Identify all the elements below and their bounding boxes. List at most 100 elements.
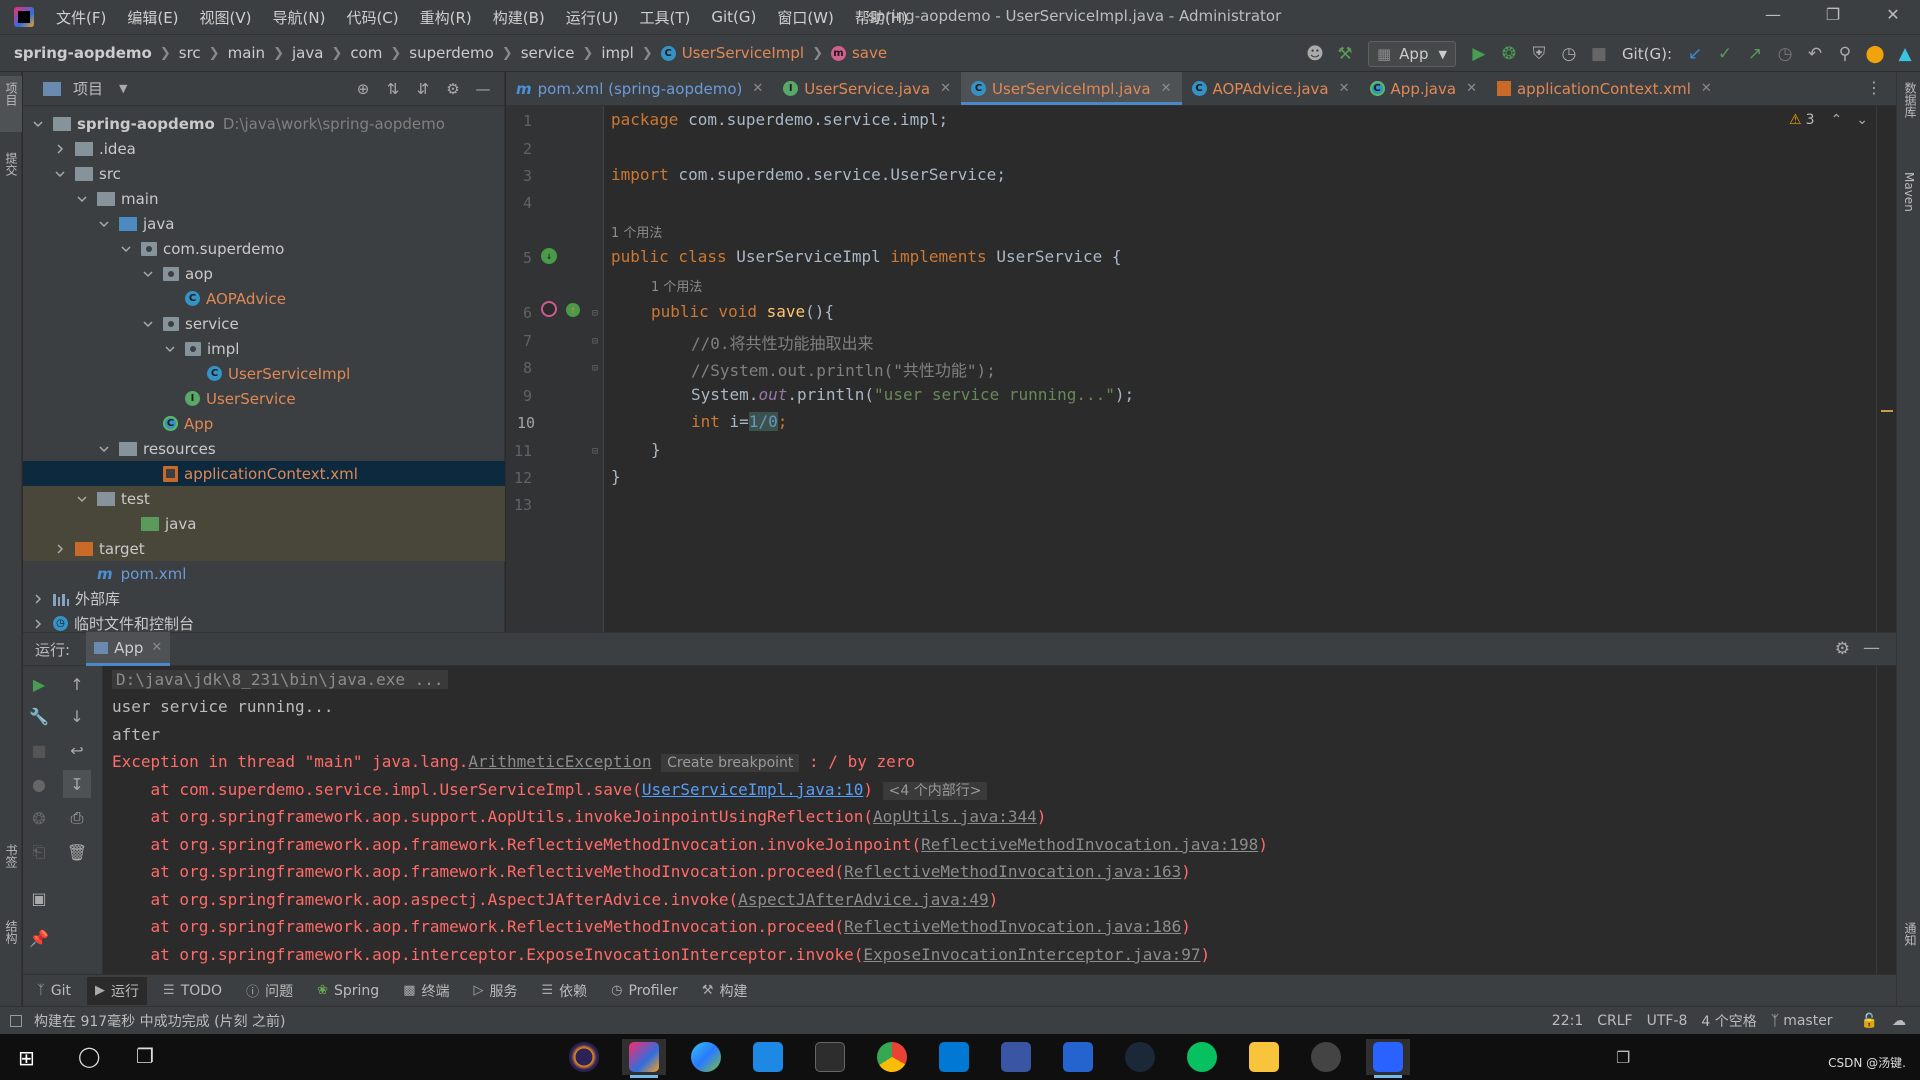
tab-userserviceimpl[interactable]: C UserServiceImpl.java ✕ xyxy=(961,72,1182,105)
crumb-main[interactable]: main xyxy=(228,44,265,62)
taskbar-app-blue[interactable] xyxy=(746,1039,790,1075)
tool-tab-build[interactable]: ⚒ 构建 xyxy=(702,981,748,1001)
build-hammer-icon[interactable]: ⚒ xyxy=(1330,39,1360,69)
history-icon[interactable]: ◷ xyxy=(1770,39,1800,69)
crumb-project[interactable]: spring-aopdemo xyxy=(14,44,152,62)
tray-icon[interactable]: ❐ xyxy=(1616,1048,1630,1067)
tool-tab-git[interactable]: ᛉ Git xyxy=(37,983,71,999)
caret-position[interactable]: 22:1 xyxy=(1552,1013,1583,1029)
crumb-com[interactable]: com xyxy=(350,44,382,62)
stop-icon[interactable]: ■ xyxy=(1584,39,1614,69)
code-editor[interactable]: package com.superdemo.service.impl; impo… xyxy=(605,106,1876,632)
close-icon[interactable]: ✕ xyxy=(1339,81,1350,96)
usage-hint[interactable]: 1 个用法 xyxy=(651,276,702,295)
fold-icon[interactable]: ⊟ xyxy=(592,336,598,347)
exception-class-link[interactable]: ArithmeticException xyxy=(468,752,651,771)
coverage-icon[interactable]: ⛨ xyxy=(1524,39,1554,69)
rerun-icon[interactable]: ▶ xyxy=(25,670,53,698)
more-tabs-icon[interactable]: ⋮ xyxy=(1866,78,1882,97)
gear-icon[interactable]: ⚙ xyxy=(1835,639,1850,659)
tool-tab-problems[interactable]: ⓘ 问题 xyxy=(246,981,293,1001)
override-gutter-icon[interactable]: ↑ xyxy=(566,303,580,317)
minimize-button[interactable]: — xyxy=(1758,5,1788,29)
stack-trace-link[interactable]: ReflectiveMethodInvocation.java:198 xyxy=(921,835,1258,854)
status-message[interactable]: 构建在 917毫秒 中成功完成 (片刻 之前) xyxy=(34,1011,285,1031)
collapse-all-icon[interactable]: ⇵ xyxy=(408,74,438,104)
git-push-icon[interactable]: ↗ xyxy=(1740,39,1770,69)
wrench-icon[interactable]: 🔧 xyxy=(25,702,53,730)
exit-icon[interactable]: ⎗ xyxy=(25,838,53,866)
chevron-right-icon[interactable] xyxy=(53,142,67,156)
tree-item[interactable]: .idea xyxy=(23,136,505,161)
taskbar-edge[interactable] xyxy=(684,1039,728,1075)
stack-trace-link[interactable]: ReflectiveMethodInvocation.java:186 xyxy=(844,917,1181,936)
tree-item[interactable]: test xyxy=(23,486,505,511)
chevron-down-icon[interactable] xyxy=(97,442,111,456)
chevron-right-icon[interactable] xyxy=(31,617,45,631)
implements-gutter-icon[interactable]: ↓ xyxy=(541,248,557,264)
close-icon[interactable]: ✕ xyxy=(940,81,951,96)
chevron-down-icon[interactable] xyxy=(53,167,67,181)
intellij-logo-icon[interactable] xyxy=(14,7,34,27)
create-breakpoint-link[interactable]: Create breakpoint xyxy=(661,754,800,772)
stack-trace-link[interactable]: AspectJAfterAdvice.java:49 xyxy=(738,890,988,909)
tool-tab-spring[interactable]: ❀ Spring xyxy=(317,983,379,999)
close-icon[interactable]: ✕ xyxy=(1701,81,1712,96)
tree-item[interactable]: resources xyxy=(23,436,505,461)
git-commit-icon[interactable]: ✓ xyxy=(1710,39,1740,69)
menu-tools[interactable]: 工具(T) xyxy=(639,7,690,28)
aspect-gutter-icon[interactable] xyxy=(541,301,557,317)
crumb-method[interactable]: m save xyxy=(830,44,887,62)
menu-view[interactable]: 视图(V) xyxy=(200,7,252,28)
task-view-icon[interactable]: ❐ xyxy=(136,1044,154,1068)
restore-button[interactable]: ❐ xyxy=(1818,5,1848,29)
taskbar-explorer[interactable] xyxy=(1242,1039,1286,1075)
taskbar-app-video[interactable] xyxy=(1366,1039,1410,1078)
debug-icon[interactable]: ❂ xyxy=(1494,39,1524,69)
chevron-right-icon[interactable] xyxy=(31,592,45,606)
tab-app[interactable]: C App.java ✕ xyxy=(1360,72,1487,105)
locate-icon[interactable]: ⊕ xyxy=(348,74,378,104)
fold-icon[interactable]: ⊟ xyxy=(592,446,598,457)
chevron-down-icon[interactable] xyxy=(75,492,89,506)
tool-tab-dependencies[interactable]: ☰ 依赖 xyxy=(541,981,587,1001)
stop-icon[interactable]: ■ xyxy=(25,736,53,764)
tree-item[interactable]: main xyxy=(23,186,505,211)
commit-stripe-label[interactable]: 提交 xyxy=(3,152,20,176)
pin-icon[interactable]: 📌 xyxy=(25,924,53,952)
chevron-down-icon[interactable] xyxy=(97,217,111,231)
console-output[interactable]: D:\java\jdk\8_231\bin\java.exe ... user … xyxy=(104,666,1876,974)
layout-icon[interactable]: ▣ xyxy=(25,884,53,912)
taskbar-vscode[interactable] xyxy=(932,1039,976,1075)
close-icon[interactable]: ✕ xyxy=(1161,81,1172,96)
tool-tab-terminal[interactable]: ▩ 终端 xyxy=(403,981,449,1001)
taskbar-visio[interactable] xyxy=(994,1039,1038,1075)
tab-applicationcontext[interactable]: applicationContext.xml ✕ xyxy=(1487,72,1722,105)
database-stripe-label[interactable]: 数据库 xyxy=(1902,82,1919,118)
user-icon[interactable]: ☻ xyxy=(1300,39,1330,69)
taskbar-app-star[interactable] xyxy=(1304,1039,1348,1075)
taskbar-eclipse[interactable] xyxy=(562,1039,606,1075)
print-icon[interactable]: ⎙ xyxy=(63,804,91,832)
chevron-down-icon[interactable] xyxy=(119,242,133,256)
tool-tab-services[interactable]: ▷ 服务 xyxy=(473,981,517,1001)
taskbar-chrome[interactable] xyxy=(870,1039,914,1075)
run-config-select[interactable]: ▦ App ▼ xyxy=(1367,41,1456,67)
chevron-down-icon[interactable]: ⌄ xyxy=(1856,112,1868,128)
structure-stripe-label[interactable]: 结构 xyxy=(3,920,20,944)
chevron-right-icon[interactable] xyxy=(53,542,67,556)
search-icon[interactable]: ◯ xyxy=(78,1044,100,1068)
trash-icon[interactable]: 🗑 xyxy=(63,838,91,866)
editor-scrollbar[interactable] xyxy=(1876,106,1896,632)
menu-navigate[interactable]: 导航(N) xyxy=(273,7,326,28)
scroll-to-end-icon[interactable]: ↧ xyxy=(63,770,91,798)
notifications-stripe-label[interactable]: 通知 xyxy=(1902,922,1919,946)
close-icon[interactable]: ✕ xyxy=(151,640,162,655)
camera-icon[interactable]: ● xyxy=(25,770,53,798)
tab-userservice[interactable]: I UserService.java ✕ xyxy=(773,72,961,105)
tab-pom-xml[interactable]: m pom.xml (spring-aopdemo) ✕ xyxy=(506,72,773,105)
taskbar-steam[interactable] xyxy=(1118,1039,1162,1075)
tree-item[interactable]: impl xyxy=(23,336,505,361)
rollback-icon[interactable]: ↶ xyxy=(1800,39,1830,69)
tree-item[interactable]: spring-aopdemo D:\java\work\spring-aopdem… xyxy=(23,111,505,136)
